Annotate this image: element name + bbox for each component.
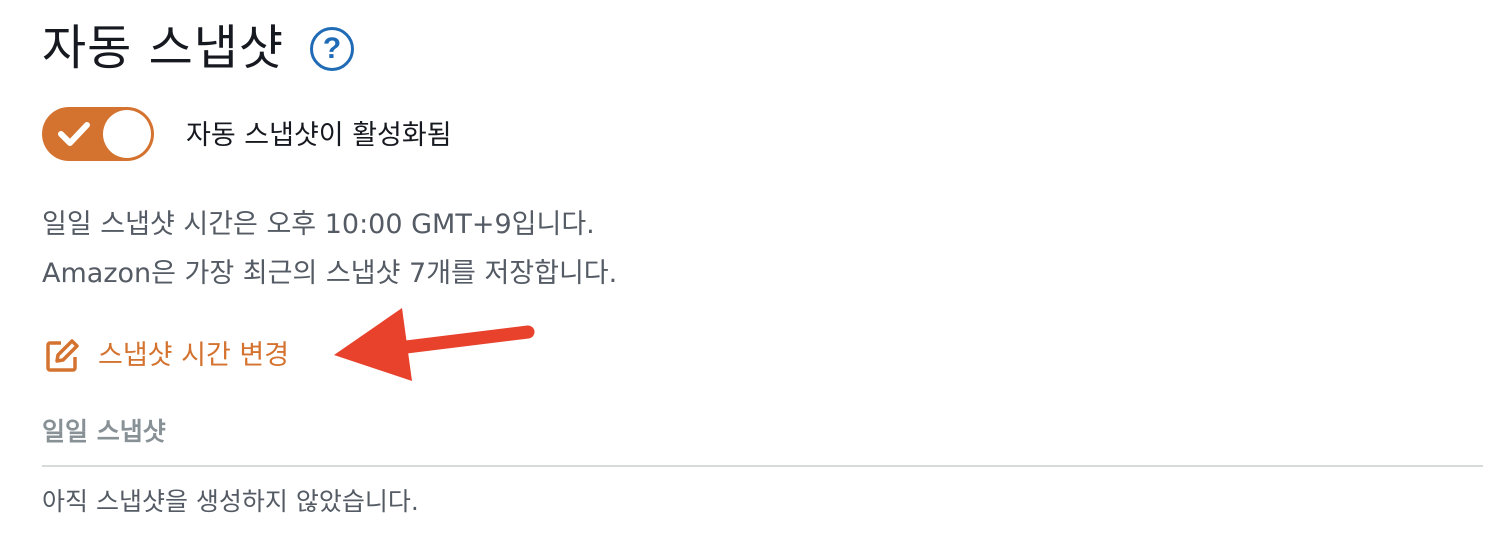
change-snapshot-time-label: 스냅샷 시간 변경 xyxy=(98,340,290,371)
edit-icon xyxy=(46,339,79,372)
auto-snapshot-status-label: 자동 스냅샷이 활성화됨 xyxy=(186,120,452,151)
checkmark-icon xyxy=(58,122,90,146)
help-icon[interactable]: ? xyxy=(310,27,354,71)
page-title: 자동 스냅샷 xyxy=(42,20,285,76)
daily-snapshots-header: 일일 스냅샷 xyxy=(42,417,166,446)
divider xyxy=(42,465,1483,467)
snapshot-schedule-text: 일일 스냅샷 시간은 오후 10:00 GMT+9입니다. xyxy=(42,209,595,240)
toggle-knob xyxy=(103,110,151,158)
auto-snapshot-toggle[interactable] xyxy=(42,107,154,161)
snapshot-retention-text: Amazon은 가장 최근의 스냅샷 7개를 저장합니다. xyxy=(42,258,618,289)
change-snapshot-time-link[interactable]: 스냅샷 시간 변경 xyxy=(44,336,289,376)
no-snapshots-message: 아직 스냅샷을 생성하지 않았습니다. xyxy=(42,487,419,516)
annotation-arrow xyxy=(334,308,535,381)
